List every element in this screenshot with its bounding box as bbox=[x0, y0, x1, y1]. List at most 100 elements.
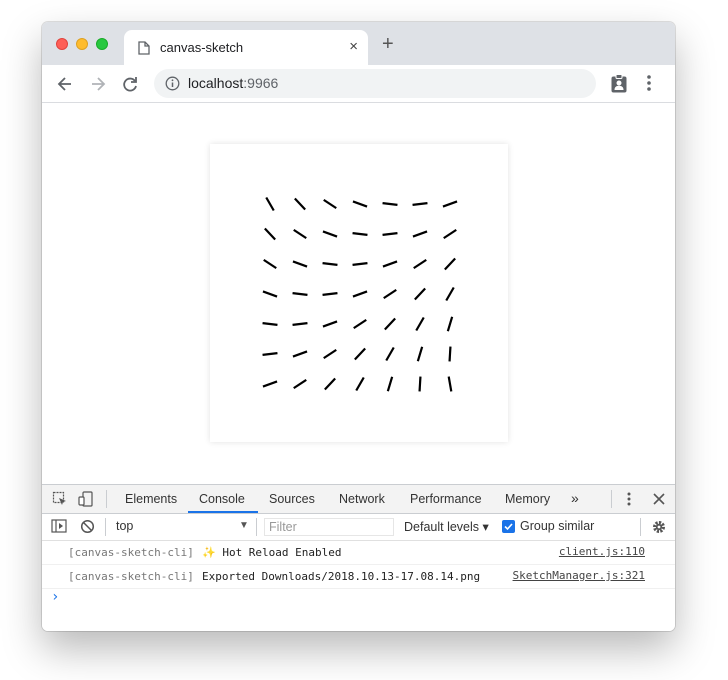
sketch-line bbox=[262, 290, 278, 298]
group-similar-label: Group similar bbox=[520, 519, 595, 533]
sketch-line bbox=[442, 200, 458, 208]
extension-icon[interactable] bbox=[610, 74, 628, 99]
tab-elements[interactable]: Elements bbox=[125, 492, 177, 506]
sketch-line bbox=[414, 287, 426, 301]
forward-arrow-icon[interactable] bbox=[87, 73, 109, 95]
sketch-line bbox=[293, 378, 307, 390]
sketch-line bbox=[443, 228, 457, 240]
sketch-line bbox=[386, 376, 394, 392]
sketch-line bbox=[262, 322, 278, 326]
tab-sources[interactable]: Sources bbox=[269, 492, 315, 506]
toolbar-divider bbox=[256, 518, 257, 536]
back-arrow-icon[interactable] bbox=[54, 73, 76, 95]
active-tab-indicator bbox=[188, 511, 258, 513]
levels-dropdown[interactable]: Default levels ▾ bbox=[404, 519, 489, 534]
tab-performance[interactable]: Performance bbox=[410, 492, 482, 506]
sketch-line bbox=[322, 262, 338, 266]
message-source-link[interactable]: SketchManager.js:321 bbox=[513, 569, 645, 582]
sketch-line bbox=[294, 197, 306, 211]
address-bar[interactable]: localhost:9966 bbox=[154, 69, 596, 98]
toolbar-divider bbox=[106, 490, 107, 508]
menu-dots-icon[interactable] bbox=[646, 74, 652, 97]
tab-console[interactable]: Console bbox=[199, 492, 245, 506]
group-similar-checkbox[interactable] bbox=[502, 520, 515, 533]
more-tabs-icon[interactable]: » bbox=[571, 490, 579, 506]
tab-network[interactable]: Network bbox=[339, 492, 385, 506]
sketch-lines bbox=[262, 196, 458, 392]
device-icon[interactable] bbox=[78, 491, 94, 512]
devtools-panel: Elements Console Sources Network Perform… bbox=[42, 484, 675, 631]
minimize-window-button[interactable] bbox=[76, 38, 88, 50]
sketch-line bbox=[262, 380, 278, 388]
sketch-line bbox=[352, 262, 368, 266]
sketch-line bbox=[322, 292, 338, 296]
new-tab-button[interactable]: + bbox=[382, 34, 394, 54]
sketch-line bbox=[265, 196, 275, 212]
sketch-canvas[interactable] bbox=[210, 144, 508, 442]
sketch-line bbox=[383, 288, 397, 300]
devtools-tab-bar: Elements Console Sources Network Perform… bbox=[42, 485, 675, 514]
sketch-line bbox=[448, 346, 452, 362]
devtools-menu-icon[interactable] bbox=[627, 491, 631, 512]
console-prompt[interactable]: › bbox=[51, 589, 59, 605]
sketch-line bbox=[382, 232, 398, 236]
sketch-line bbox=[292, 292, 308, 296]
sidebar-icon[interactable] bbox=[51, 519, 67, 538]
console-message: [canvas-sketch-cli] Exported Downloads/2… bbox=[42, 565, 675, 589]
tab-title: canvas-sketch bbox=[160, 40, 244, 55]
sketch-line bbox=[354, 347, 366, 361]
chevron-down-icon[interactable]: ▼ bbox=[239, 520, 249, 531]
sketch-line bbox=[416, 346, 424, 362]
sketch-line bbox=[382, 202, 398, 206]
sketch-line bbox=[292, 260, 308, 268]
toolbar-divider bbox=[640, 518, 641, 536]
toolbar-divider bbox=[611, 490, 612, 508]
sketch-line bbox=[384, 317, 396, 331]
zoom-window-button[interactable] bbox=[96, 38, 108, 50]
sketch-line bbox=[323, 198, 337, 210]
close-window-button[interactable] bbox=[56, 38, 68, 50]
sketch-line bbox=[445, 286, 455, 302]
browser-window: canvas-sketch × + localhost:9966 Element… bbox=[42, 22, 675, 631]
inspect-icon[interactable] bbox=[52, 491, 68, 512]
tab-memory[interactable]: Memory bbox=[505, 492, 550, 506]
sketch-line bbox=[412, 230, 428, 238]
reload-icon[interactable] bbox=[119, 73, 141, 95]
page-viewport bbox=[42, 103, 675, 484]
sketch-line bbox=[413, 258, 427, 270]
console-toolbar: top ▼ Filter Default levels ▾ Group simi… bbox=[42, 514, 675, 541]
sketch-line bbox=[322, 230, 338, 238]
browser-tab[interactable]: canvas-sketch × bbox=[124, 30, 368, 66]
message-text: ✨ Hot Reload Enabled bbox=[202, 546, 342, 559]
sketch-line bbox=[352, 200, 368, 208]
sketch-line bbox=[447, 376, 453, 392]
filter-input[interactable]: Filter bbox=[264, 518, 394, 536]
context-select[interactable]: top bbox=[116, 519, 133, 533]
close-tab-icon[interactable]: × bbox=[349, 38, 358, 55]
sketch-line bbox=[352, 290, 368, 298]
sketch-line bbox=[264, 227, 276, 241]
page-icon bbox=[138, 41, 150, 60]
url-host: localhost bbox=[188, 75, 244, 91]
sketch-line bbox=[292, 350, 308, 358]
browser-toolbar: localhost:9966 bbox=[42, 65, 675, 103]
sketch-line bbox=[446, 316, 454, 332]
sketch-line bbox=[322, 320, 338, 328]
message-source-link[interactable]: client.js:110 bbox=[559, 545, 645, 558]
info-icon[interactable] bbox=[165, 76, 180, 96]
sketch-line bbox=[323, 348, 337, 360]
sketch-line bbox=[263, 258, 277, 270]
sketch-line bbox=[353, 318, 367, 330]
close-devtools-icon[interactable] bbox=[652, 491, 666, 512]
sketch-line bbox=[352, 232, 368, 236]
sketch-line bbox=[444, 257, 456, 271]
clear-console-icon[interactable] bbox=[80, 519, 95, 539]
message-prefix: [canvas-sketch-cli] bbox=[68, 570, 194, 583]
sketch-line bbox=[355, 376, 365, 392]
sketch-line bbox=[262, 352, 278, 356]
url-text: localhost:9966 bbox=[188, 75, 278, 91]
sketch-line bbox=[293, 228, 307, 240]
settings-gear-icon[interactable] bbox=[651, 519, 667, 540]
toolbar-divider bbox=[105, 518, 106, 536]
console-message: [canvas-sketch-cli] ✨ Hot Reload Enabled… bbox=[42, 541, 675, 565]
